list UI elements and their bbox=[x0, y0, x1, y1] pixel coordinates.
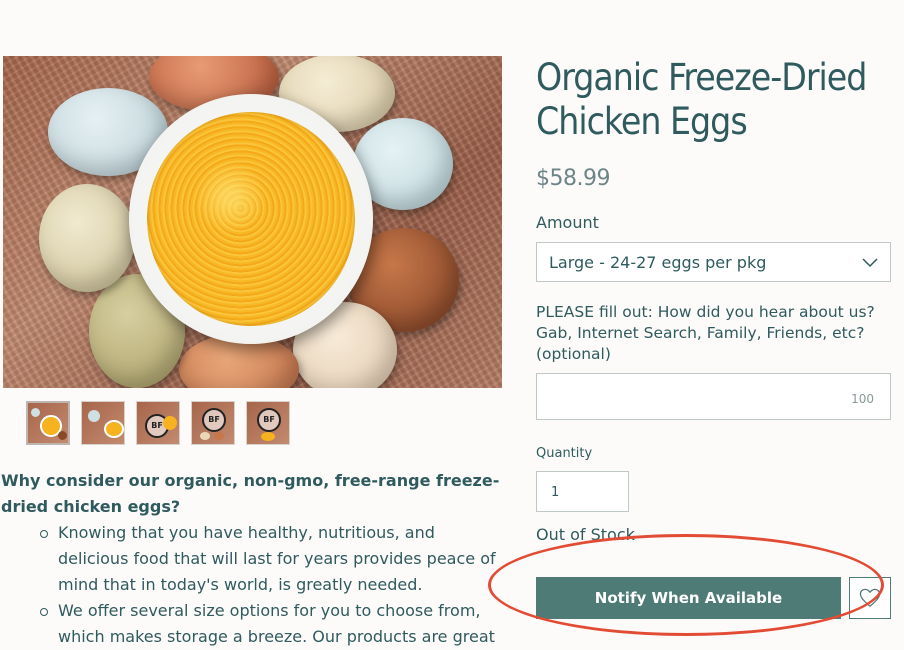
thumbnail-3[interactable]: BF bbox=[136, 401, 180, 445]
egg-powder-image-part bbox=[147, 112, 355, 326]
stock-status: Out of Stock bbox=[536, 525, 635, 544]
description-bullet-list: Knowing that you have healthy, nutritiou… bbox=[1, 520, 501, 650]
thumbnail-1[interactable] bbox=[26, 401, 70, 445]
product-main-image[interactable] bbox=[3, 56, 502, 388]
thumbnail-5[interactable]: BF bbox=[246, 401, 290, 445]
wishlist-button[interactable] bbox=[849, 577, 891, 619]
amount-selected-value: Large - 24-27 eggs per pkg bbox=[549, 252, 767, 272]
amount-select[interactable]: Large - 24-27 eggs per pkg bbox=[536, 242, 891, 282]
referral-question-label: PLEASE fill out: How did you hear about … bbox=[536, 303, 875, 363]
product-price: $58.99 bbox=[536, 166, 610, 191]
quantity-input[interactable]: 1 bbox=[536, 471, 629, 512]
thumbnail-2[interactable] bbox=[81, 401, 125, 445]
notify-when-available-button[interactable]: Notify When Available bbox=[536, 577, 841, 619]
description-bullet: Knowing that you have healthy, nutritiou… bbox=[40, 520, 501, 598]
product-title: Organic Freeze-Dried Chicken Eggs bbox=[536, 56, 867, 143]
heart-icon bbox=[859, 588, 881, 608]
thumbnail-strip: BF BF BF bbox=[26, 401, 290, 445]
quantity-label: Quantity bbox=[536, 446, 593, 461]
amount-label: Amount bbox=[536, 213, 599, 232]
bowl-image-part bbox=[129, 94, 373, 344]
description-bullet: We offer several size options for you to… bbox=[40, 598, 501, 650]
description-heading: Why consider our organic, non-gmo, free-… bbox=[1, 471, 500, 516]
egg-image-part bbox=[39, 184, 135, 292]
referral-text-field[interactable]: 100 bbox=[536, 373, 891, 420]
char-limit-counter: 100 bbox=[851, 392, 874, 406]
product-description: Why consider our organic, non-gmo, free-… bbox=[1, 468, 501, 650]
thumbnail-4[interactable]: BF bbox=[191, 401, 235, 445]
chevron-down-icon bbox=[862, 258, 878, 268]
